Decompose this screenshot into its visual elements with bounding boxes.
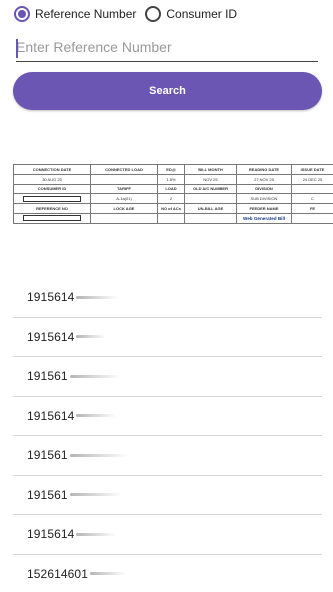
- bill-cell: REFERENCE NO: [13, 203, 91, 214]
- text-caret: [16, 39, 18, 58]
- redacted-text: [76, 414, 117, 418]
- bill-cell: DIVISION: [236, 183, 292, 195]
- bill-preview-table: CONNECTION DATE CONNECTED LOAD ED@ BILL …: [13, 164, 333, 224]
- bill-cell: TARIFF: [90, 183, 158, 195]
- reference-results-list: 1915614 1915614 191561 1915614 191561 19…: [0, 278, 333, 592]
- bill-cell: CONNECTION DATE: [13, 164, 91, 175]
- list-item[interactable]: 1915614: [13, 318, 322, 357]
- radio-reference-number[interactable]: Reference Number: [14, 6, 136, 22]
- bill-cell: ED@: [157, 164, 185, 175]
- bill-cell: BILL MONTH: [184, 164, 237, 175]
- bill-cell: UN-BILL AGE: [184, 203, 237, 214]
- list-item[interactable]: 1915614: [13, 515, 322, 555]
- web-generated-bill-label: Web Generated Bill: [236, 212, 292, 224]
- radio-unselected-icon[interactable]: [145, 6, 162, 22]
- reference-number-text: 1915614: [27, 408, 75, 423]
- bill-cell: [90, 212, 158, 224]
- bill-cell: [291, 183, 333, 195]
- redacted-text: [76, 295, 119, 299]
- bill-cell: [157, 212, 185, 224]
- bill-row: 30 AUG 25 1.5% NOV 25 27 NOV 25 24 DEC 2…: [13, 173, 333, 185]
- redacted-text: [76, 532, 117, 536]
- redacted-text: [89, 572, 126, 576]
- reference-number-text: 191561: [27, 448, 68, 463]
- radio-selected-icon[interactable]: [14, 6, 30, 22]
- bill-cell: NOV 25: [184, 173, 237, 185]
- list-item[interactable]: 191561: [13, 476, 322, 515]
- bill-cell: [291, 212, 333, 224]
- bill-cell: C: [291, 193, 333, 205]
- reference-number-text: 1915614: [27, 329, 75, 344]
- bill-cell: CONNECTED LOAD: [90, 164, 158, 175]
- search-mode-radio-group: Reference Number Consumer ID: [14, 6, 246, 22]
- bill-cell-redacted: [13, 212, 91, 224]
- bill-cell: LOCK AGE: [90, 203, 158, 214]
- bill-cell: 1.5%: [157, 173, 185, 185]
- bill-cell: 27 NOV 25: [236, 173, 292, 185]
- bill-row: Web Generated Bill: [13, 212, 333, 224]
- reference-number-text: 191561: [27, 369, 68, 384]
- redacted-text: [69, 453, 128, 457]
- redacted-text: [69, 493, 122, 497]
- bill-cell: NO of ACs: [157, 203, 185, 214]
- bill-cell: LOAD: [157, 183, 185, 195]
- bill-cell: SUB DIVISION: [236, 193, 292, 205]
- radio-label-reference-number[interactable]: Reference Number: [35, 7, 136, 21]
- bill-cell: 30 AUG 25: [13, 173, 91, 185]
- bill-row: CONNECTION DATE CONNECTED LOAD ED@ BILL …: [13, 164, 333, 175]
- bill-cell: ISSUE DATE: [291, 164, 333, 175]
- list-item[interactable]: 1915614: [13, 397, 322, 436]
- bill-cell: 24 DEC 25: [291, 173, 333, 185]
- reference-number-text: 152614601: [27, 566, 88, 581]
- list-item[interactable]: 1915614: [13, 278, 322, 318]
- list-item[interactable]: 152614601: [13, 555, 322, 592]
- reference-number-text: 1915614: [27, 290, 75, 305]
- radio-label-consumer-id[interactable]: Consumer ID: [166, 7, 237, 21]
- bill-cell: OLD A/C NUMBER: [184, 183, 237, 195]
- bill-row: REFERENCE NO LOCK AGE NO of ACs UN-BILL …: [13, 203, 333, 214]
- redacted-box: [23, 215, 81, 222]
- bill-cell: READING DATE: [236, 164, 292, 175]
- bill-cell: FE: [291, 203, 333, 214]
- search-button[interactable]: Search: [13, 72, 322, 110]
- list-item[interactable]: 191561: [13, 436, 322, 476]
- bill-cell: 2: [157, 193, 185, 205]
- radio-consumer-id[interactable]: Consumer ID: [145, 6, 237, 22]
- reference-number-text: 191561: [27, 487, 68, 502]
- redacted-box: [23, 195, 81, 202]
- reference-number-text: 1915614: [27, 527, 75, 542]
- bill-cell: FEEDER NAME: [236, 203, 292, 214]
- bill-cell: A-1a(01): [90, 193, 158, 205]
- bill-cell: [184, 193, 237, 205]
- bill-cell: [90, 173, 158, 185]
- bill-cell: CONSUMER ID: [13, 183, 91, 195]
- bill-row: A-1a(01) 2 SUB DIVISION C: [13, 193, 333, 205]
- redacted-text: [76, 335, 107, 339]
- list-item[interactable]: 191561: [13, 357, 322, 397]
- reference-number-input[interactable]: [16, 37, 318, 62]
- bill-cell: [184, 212, 237, 224]
- bill-row: CONSUMER ID TARIFF LOAD OLD A/C NUMBER D…: [13, 183, 333, 195]
- bill-cell-redacted: [13, 193, 91, 205]
- redacted-text: [69, 374, 120, 378]
